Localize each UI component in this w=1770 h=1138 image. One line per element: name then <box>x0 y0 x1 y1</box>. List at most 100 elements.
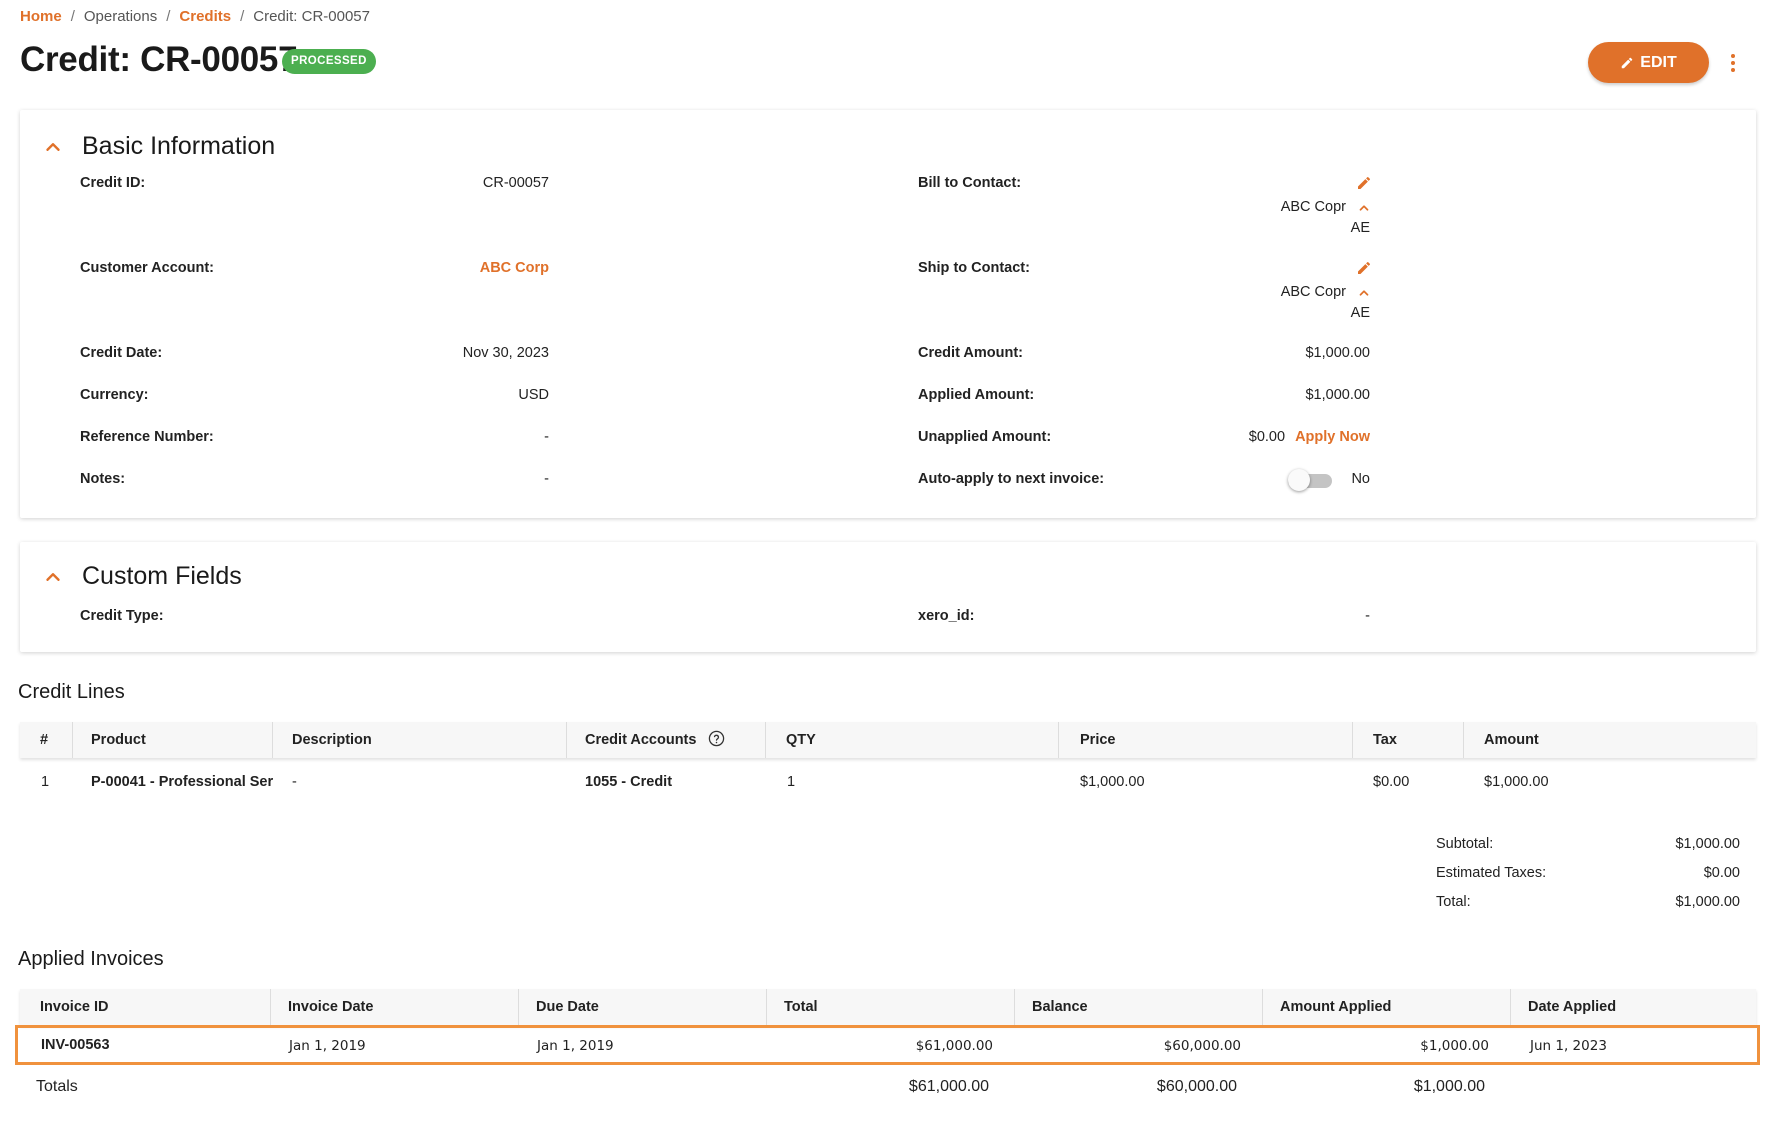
basic-information-toggle[interactable]: Basic Information <box>42 132 275 161</box>
custom-fields-toggle[interactable]: Custom Fields <box>42 562 242 591</box>
credit-amount-label: Credit Amount: <box>918 345 1023 361</box>
customer-account-label: Customer Account: <box>80 260 214 276</box>
bill-to-contact-name: ABC Copr <box>1280 199 1346 215</box>
applied-invoices-header: Invoice ID Invoice Date Due Date Total B… <box>20 989 1756 1025</box>
ship-to-contact-label: Ship to Contact: <box>918 260 1030 276</box>
column-header-qty[interactable]: QTY <box>786 722 816 758</box>
breadcrumb-home[interactable]: Home <box>20 8 62 25</box>
chevron-up-icon <box>46 142 60 151</box>
customer-account-link[interactable]: ABC Corp <box>480 260 549 276</box>
pencil-icon[interactable] <box>1356 175 1372 191</box>
basic-information-title: Basic Information <box>82 132 276 160</box>
breadcrumb: Home / Operations / Credits / Credit: CR… <box>20 8 370 25</box>
applied-invoices-title: Applied Invoices <box>18 948 164 970</box>
ship-to-contact-sub: AE <box>1350 305 1370 321</box>
currency-value: USD <box>518 387 549 403</box>
applied-amount-label: Applied Amount: <box>918 387 1035 403</box>
breadcrumb-credits[interactable]: Credits <box>179 8 231 25</box>
more-vert-icon[interactable] <box>1720 48 1746 78</box>
credit-id-label: Credit ID: <box>80 175 146 191</box>
auto-apply-label: Auto-apply to next invoice: <box>918 471 1105 487</box>
credit-account-link[interactable]: 1055 - Credit <box>585 774 672 790</box>
column-header-invoice-date[interactable]: Invoice Date <box>288 989 373 1025</box>
pencil-icon[interactable] <box>1356 260 1372 276</box>
column-header-tax[interactable]: Tax <box>1373 722 1397 758</box>
unapplied-amount-value: $0.00 <box>1248 429 1286 445</box>
auto-apply-toggle[interactable] <box>1288 469 1332 491</box>
credit-date-label: Credit Date: <box>80 345 163 361</box>
breadcrumb-separator: / <box>70 8 75 25</box>
credit-accounts-label: Credit Accounts <box>585 732 697 748</box>
chevron-up-icon[interactable] <box>1357 286 1371 300</box>
column-header-due-date[interactable]: Due Date <box>536 989 599 1025</box>
due-date: Jan 1, 2019 <box>537 1038 614 1054</box>
help-circle-icon[interactable] <box>708 730 725 747</box>
product-link[interactable]: P-00041 - Professional Ser <box>91 774 273 790</box>
column-header-date-applied[interactable]: Date Applied <box>1528 989 1616 1025</box>
table-row[interactable] <box>15 1025 1760 1065</box>
ship-to-contact-name: ABC Copr <box>1280 284 1346 300</box>
column-header-credit-accounts[interactable]: Credit Accounts <box>585 722 725 758</box>
column-header-balance[interactable]: Balance <box>1032 989 1088 1025</box>
credit-amount-value: $1,000.00 <box>1305 345 1370 361</box>
credit-date-value: Nov 30, 2023 <box>462 345 549 361</box>
breadcrumb-separator: / <box>240 8 245 25</box>
totals-amount-applied: $1,000.00 <box>1413 1078 1485 1095</box>
subtotal-value: $1,000.00 <box>1675 836 1740 852</box>
invoice-total: $61,000.00 <box>915 1038 993 1054</box>
page-title: Credit: CR-00057 <box>20 40 298 79</box>
unapplied-amount-group: $0.00 Apply Now <box>1249 429 1370 445</box>
line-amount: $1,000.00 <box>1484 774 1549 790</box>
line-description: - <box>292 774 297 790</box>
custom-fields-card: Custom Fields Credit Type: xero_id: - <box>20 542 1756 652</box>
total-label: Total: <box>1436 894 1471 910</box>
subtotal-label: Subtotal: <box>1436 836 1494 852</box>
credit-lines-title: Credit Lines <box>18 681 125 703</box>
xero-id-value: - <box>1365 608 1370 624</box>
applied-amount-value: $1,000.00 <box>1305 387 1370 403</box>
credit-detail-page: Home / Operations / Credits / Credit: CR… <box>0 0 1770 1138</box>
reference-number-value: - <box>544 429 549 445</box>
line-tax: $0.00 <box>1373 774 1410 790</box>
column-header-price[interactable]: Price <box>1080 722 1115 758</box>
column-header-num[interactable]: # <box>40 722 48 758</box>
edit-button[interactable]: EDIT <box>1588 42 1709 83</box>
column-header-amount[interactable]: Amount <box>1484 722 1539 758</box>
estimated-taxes-label: Estimated Taxes: <box>1436 865 1547 881</box>
date-applied: Jun 1, 2023 <box>1530 1038 1607 1054</box>
column-header-product[interactable]: Product <box>91 722 146 758</box>
credit-type-label: Credit Type: <box>80 608 164 624</box>
breadcrumb-operations: Operations <box>83 8 158 25</box>
estimated-taxes-value: $0.00 <box>1703 865 1740 881</box>
chevron-up-icon <box>46 572 60 581</box>
status-badge: PROCESSED <box>282 49 376 74</box>
column-header-amount-applied[interactable]: Amount Applied <box>1280 989 1391 1025</box>
amount-applied: $1,000.00 <box>1420 1038 1489 1054</box>
total-value: $1,000.00 <box>1675 894 1740 910</box>
chevron-up-icon[interactable] <box>1357 201 1371 215</box>
totals-balance: $60,000.00 <box>1156 1078 1237 1095</box>
credit-id-value: CR-00057 <box>482 175 549 191</box>
line-qty: 1 <box>787 774 796 790</box>
edit-button-label: EDIT <box>1640 53 1677 71</box>
apply-now-link[interactable]: Apply Now <box>1295 429 1370 445</box>
breadcrumb-current: Credit: CR-00057 <box>253 8 370 25</box>
column-header-invoice-id[interactable]: Invoice ID <box>40 989 109 1025</box>
currency-label: Currency: <box>80 387 149 403</box>
unapplied-amount-label: Unapplied Amount: <box>918 429 1052 445</box>
invoice-date: Jan 1, 2019 <box>289 1038 366 1054</box>
totals-total: $61,000.00 <box>908 1078 989 1095</box>
auto-apply-value: No <box>1351 471 1370 487</box>
invoice-id-link[interactable]: INV-00563 <box>41 1037 110 1053</box>
line-price: $1,000.00 <box>1080 774 1145 790</box>
pencil-icon <box>1622 57 1633 68</box>
xero-id-label: xero_id: <box>918 608 975 624</box>
credit-lines-header: # Product Description Credit Accounts QT… <box>20 722 1756 758</box>
breadcrumb-separator: / <box>166 8 171 25</box>
toggle-thumb <box>1288 469 1310 491</box>
custom-fields-title: Custom Fields <box>82 562 242 590</box>
column-header-description[interactable]: Description <box>292 722 372 758</box>
column-header-total[interactable]: Total <box>784 989 818 1025</box>
invoice-balance: $60,000.00 <box>1163 1038 1241 1054</box>
bill-to-contact-label: Bill to Contact: <box>918 175 1022 191</box>
